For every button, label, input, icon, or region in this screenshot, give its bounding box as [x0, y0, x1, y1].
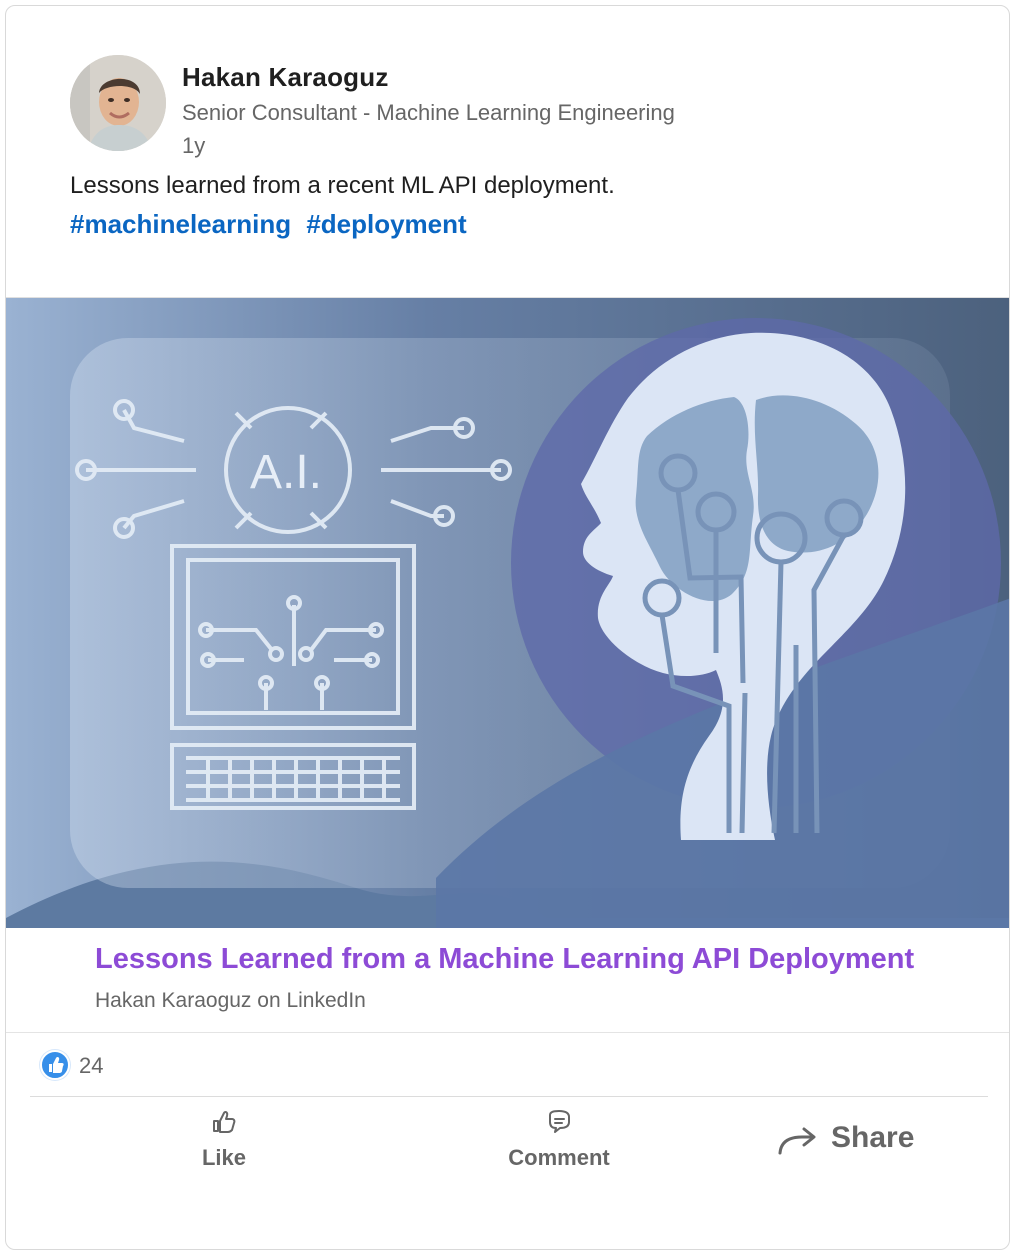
article-title[interactable]: Lessons Learned from a Machine Learning …	[95, 943, 914, 976]
reaction-count[interactable]: 24	[79, 1053, 103, 1079]
like-button[interactable]: Like	[194, 1108, 254, 1171]
comment-label: Comment	[508, 1145, 610, 1170]
author-headline: Senior Consultant - Machine Learning Eng…	[182, 100, 675, 125]
ai-illustration: A.I.	[6, 298, 1009, 928]
share-icon	[778, 1127, 816, 1155]
hashtag-deployment[interactable]: #deployment	[306, 209, 466, 239]
author-avatar[interactable]	[70, 55, 166, 151]
like-icon	[213, 1111, 236, 1133]
share-label: Share	[831, 1121, 915, 1154]
article-source: Hakan Karaoguz on LinkedIn	[95, 989, 366, 1012]
content-divider	[6, 1032, 1009, 1033]
author-photo	[70, 55, 166, 151]
comment-icon	[549, 1110, 570, 1133]
like-label: Like	[201, 1145, 247, 1170]
author-name[interactable]: Hakan Karaoguz	[182, 62, 389, 93]
thumbs-up-icon[interactable]	[40, 1050, 70, 1080]
hashtag-machinelearning[interactable]: #machinelearning	[70, 209, 291, 239]
hashtags: #machinelearning #deployment	[70, 209, 475, 240]
post-text: Lessons learned from a recent ML API dep…	[70, 172, 615, 199]
post-card: Hakan Karaoguz Senior Consultant - Machi…	[5, 5, 1010, 1250]
ai-label: A.I.	[250, 446, 322, 499]
actions-divider	[30, 1096, 988, 1097]
comment-button[interactable]: Comment	[494, 1108, 624, 1171]
post-time: 1y	[182, 133, 206, 158]
article-image[interactable]: A.I.	[6, 297, 1009, 928]
